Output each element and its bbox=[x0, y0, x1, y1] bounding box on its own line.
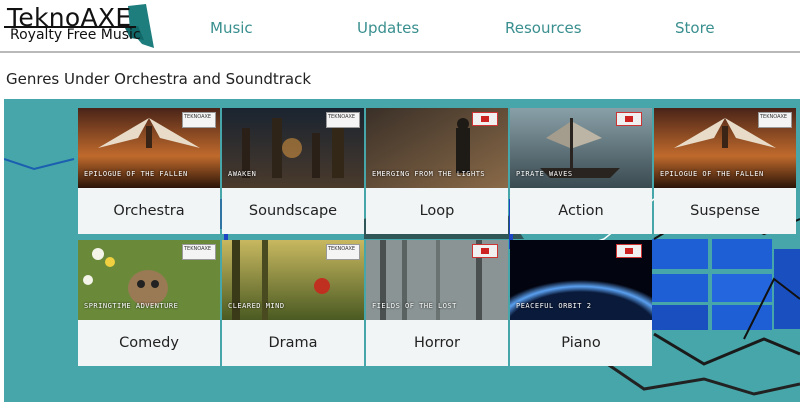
thumbnail-caption: AWAKEN bbox=[228, 170, 257, 178]
logo-badge-icon bbox=[616, 112, 642, 126]
thumbnail-caption: PIRATE WAVES bbox=[516, 170, 573, 178]
genre-label: Action bbox=[558, 203, 604, 219]
genre-label: Piano bbox=[561, 335, 601, 351]
page-title: Genres Under Orchestra and Soundtrack bbox=[6, 70, 312, 88]
genre-label: Soundscape bbox=[248, 203, 338, 219]
logo-badge-icon bbox=[472, 112, 498, 126]
thumbnail-soundscape: TEKNOAXE AWAKEN bbox=[222, 108, 364, 188]
nav-updates[interactable]: Updates bbox=[357, 19, 419, 37]
thumbnail-action: PIRATE WAVES bbox=[510, 108, 652, 188]
thumbnail-loop: EMERGING FROM THE LIGHTS bbox=[366, 108, 508, 188]
genre-label: Loop bbox=[419, 203, 455, 219]
genre-label: Suspense bbox=[690, 203, 760, 219]
teknoaxe-badge: TEKNOAXE bbox=[758, 112, 792, 128]
genre-card-loop[interactable]: EMERGING FROM THE LIGHTS Loop bbox=[366, 108, 508, 234]
thumbnail-caption: EPILOGUE OF THE FALLEN bbox=[660, 170, 764, 178]
teknoaxe-badge: TEKNOAXE bbox=[182, 244, 216, 260]
logo-badge-icon bbox=[472, 244, 498, 258]
genre-label: Horror bbox=[414, 335, 460, 351]
thumbnail-horror: FIELDS OF THE LOST bbox=[366, 240, 508, 320]
genre-card-piano[interactable]: PEACEFUL ORBIT 2 Piano bbox=[510, 240, 652, 366]
thumbnail-piano: PEACEFUL ORBIT 2 bbox=[510, 240, 652, 320]
teknoaxe-badge: TEKNOAXE bbox=[326, 112, 360, 128]
teknoaxe-logo[interactable]: TeknoAXE Royalty Free Music bbox=[4, 3, 156, 48]
thumbnail-orchestra: TEKNOAXE EPILOGUE OF THE FALLEN bbox=[78, 108, 220, 188]
genre-card-horror[interactable]: FIELDS OF THE LOST Horror bbox=[366, 240, 508, 366]
nav-music[interactable]: Music bbox=[210, 19, 253, 37]
thumbnail-caption: EPILOGUE OF THE FALLEN bbox=[84, 170, 188, 178]
teknoaxe-badge: TEKNOAXE bbox=[326, 244, 360, 260]
nav-store[interactable]: Store bbox=[675, 19, 715, 37]
genre-card-comedy[interactable]: TEKNOAXE SPRINGTIME ADVENTURE Comedy bbox=[78, 240, 220, 366]
logo-badge-icon bbox=[616, 244, 642, 258]
thumbnail-caption: CLEARED MIND bbox=[228, 302, 285, 310]
genre-card-orchestra[interactable]: TEKNOAXE EPILOGUE OF THE FALLEN Orchestr… bbox=[78, 108, 220, 234]
nav-resources[interactable]: Resources bbox=[505, 19, 582, 37]
genre-card-soundscape[interactable]: TEKNOAXE AWAKEN Soundscape bbox=[222, 108, 364, 234]
genre-card-suspense[interactable]: TEKNOAXE EPILOGUE OF THE FALLEN Suspense bbox=[654, 108, 796, 234]
genre-card-drama[interactable]: TEKNOAXE CLEARED MIND Drama bbox=[222, 240, 364, 366]
genre-label: Drama bbox=[268, 335, 318, 351]
genre-label: Orchestra bbox=[113, 203, 185, 219]
thumbnail-suspense: TEKNOAXE EPILOGUE OF THE FALLEN bbox=[654, 108, 796, 188]
thumbnail-comedy: TEKNOAXE SPRINGTIME ADVENTURE bbox=[78, 240, 220, 320]
teknoaxe-badge: TEKNOAXE bbox=[182, 112, 216, 128]
genre-card-action[interactable]: PIRATE WAVES Action bbox=[510, 108, 652, 234]
site-header: TeknoAXE Royalty Free Music Music Update… bbox=[0, 0, 800, 53]
genre-label: Comedy bbox=[119, 335, 179, 351]
thumbnail-caption: SPRINGTIME ADVENTURE bbox=[84, 302, 179, 310]
thumbnail-drama: TEKNOAXE CLEARED MIND bbox=[222, 240, 364, 320]
thumbnail-caption: EMERGING FROM THE LIGHTS bbox=[372, 170, 486, 178]
thumbnail-caption: PEACEFUL ORBIT 2 bbox=[516, 302, 592, 310]
logo-subtitle: Royalty Free Music bbox=[10, 27, 141, 43]
header-divider bbox=[0, 51, 800, 53]
thumbnail-caption: FIELDS OF THE LOST bbox=[372, 302, 457, 310]
